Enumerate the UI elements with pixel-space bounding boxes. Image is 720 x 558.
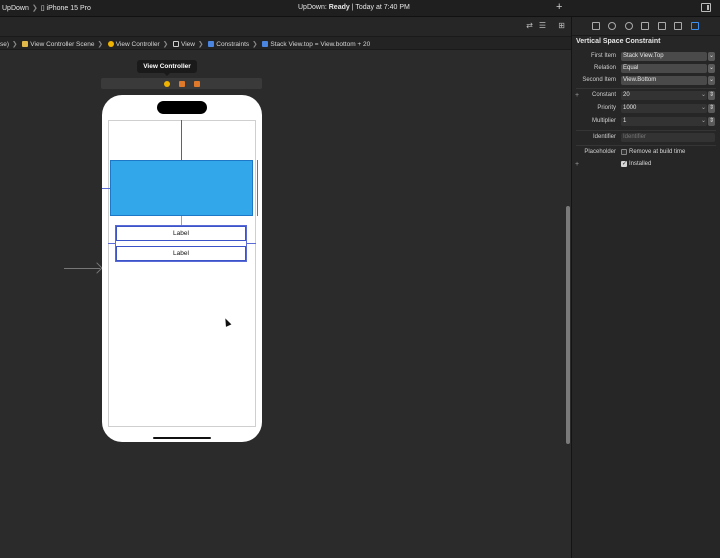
history-inspector-icon[interactable]	[608, 22, 616, 30]
view-controller-icon	[107, 41, 114, 47]
editor-options-bar: ⇄ ☰ ⊞	[0, 17, 571, 36]
separator	[576, 88, 716, 89]
relation-popup-arrow[interactable]: ⌄	[708, 64, 715, 73]
storyboard-canvas[interactable]	[0, 50, 565, 558]
toggle-inspector-icon[interactable]	[701, 3, 711, 12]
editor-options-icon[interactable]: ☰	[538, 22, 547, 30]
iphone-frame[interactable]: Label Label	[102, 95, 262, 442]
installed-checkbox[interactable]	[621, 160, 627, 167]
breadcrumb-item[interactable]: View	[173, 41, 195, 48]
stack-trailing-constraint[interactable]	[246, 243, 256, 244]
device-name: iPhone 15 Pro	[46, 5, 91, 12]
size-inspector-icon[interactable]	[674, 22, 682, 30]
dynamic-island	[157, 101, 207, 114]
window-toolbar: UpDown ❯ ▯ iPhone 15 Pro UpDown: Ready | T…	[0, 0, 720, 17]
priority-row: Priority 1000 ⌄ ⇕	[597, 104, 715, 113]
constant-stepper[interactable]: ⇕	[708, 91, 715, 100]
chevron-down-icon[interactable]: ⌄	[701, 104, 706, 113]
chevron-down-icon[interactable]: ⌄	[701, 117, 706, 126]
view-controller-icon[interactable]	[164, 81, 170, 87]
identifier-field[interactable]: Identifier	[621, 133, 715, 142]
priority-stepper[interactable]: ⇕	[708, 104, 715, 113]
multiplier-row: Multiplier 1 ⌄ ⇕	[591, 117, 715, 126]
multiplier-stepper[interactable]: ⇕	[708, 117, 715, 126]
activity-status: UpDown: Ready | Today at 7:40 PM	[298, 4, 410, 11]
add-editor-icon[interactable]: ⊞	[557, 22, 566, 30]
refresh-icon[interactable]: ⇄	[525, 22, 534, 30]
add-library-button[interactable]: +	[556, 1, 562, 13]
initial-view-controller-arrow[interactable]	[64, 268, 100, 269]
label-2[interactable]: Label	[116, 246, 246, 261]
connections-inspector-icon[interactable]	[691, 22, 699, 30]
identifier-row: Identifier Identifier	[572, 133, 720, 143]
trailing-guide	[257, 160, 258, 216]
second-item-row: Second Item View.Bottom ⌄	[582, 76, 715, 85]
attributes-inspector-icon[interactable]	[658, 22, 666, 30]
separator	[576, 145, 716, 146]
status-time: | Today at 7:40 PM	[351, 4, 410, 11]
scrollbar-thumb[interactable]	[566, 206, 570, 444]
first-item-popup[interactable]: Stack View.Top	[621, 52, 707, 61]
first-item-popup-arrow[interactable]: ⌄	[708, 52, 715, 61]
breadcrumb-item[interactable]: View Controller Scene	[22, 41, 95, 48]
inspector-tabs	[572, 17, 720, 36]
add-variation-icon[interactable]: +	[575, 91, 579, 100]
installed-row: + Installed	[572, 160, 720, 170]
priority-field[interactable]: 1000	[621, 104, 707, 113]
add-variation-icon[interactable]: +	[575, 160, 579, 169]
scene-dock[interactable]	[101, 78, 262, 89]
scene-icon	[22, 41, 29, 47]
constant-field[interactable]: 20	[621, 91, 707, 100]
leading-constraint[interactable]	[102, 188, 110, 189]
first-item-row: First Item Stack View.Top ⌄	[591, 52, 715, 61]
identity-inspector-icon[interactable]	[641, 22, 649, 30]
view-icon	[173, 41, 179, 47]
breadcrumb-item[interactable]: Stack View.top = View.bottom + 20	[262, 41, 370, 48]
stack-leading-constraint[interactable]	[108, 243, 116, 244]
breadcrumb-item[interactable]: se)	[0, 41, 9, 48]
relation-row: Relation Equal ⌄	[593, 64, 715, 73]
file-inspector-icon[interactable]	[592, 22, 600, 30]
breadcrumb-item[interactable]: View Controller	[107, 41, 160, 48]
selected-vertical-constraint[interactable]	[181, 216, 182, 225]
scheme-name: UpDown	[2, 5, 29, 12]
scheme-selector[interactable]: UpDown ❯ ▯ iPhone 15 Pro	[2, 4, 91, 12]
exit-icon[interactable]	[194, 81, 200, 87]
constant-row: + Constant 20 ⌄ ⇕	[575, 91, 715, 100]
breadcrumb-item[interactable]: Constraints	[208, 41, 249, 48]
status-state: Ready	[328, 4, 350, 11]
label-1[interactable]: Label	[116, 226, 246, 241]
scene-title-tooltip: View Controller	[137, 60, 197, 76]
second-item-popup-arrow[interactable]: ⌄	[708, 76, 715, 85]
placeholder-row: Placeholder Remove at build time	[584, 149, 686, 155]
top-constraint[interactable]	[181, 120, 182, 160]
chevron-down-icon[interactable]: ⌄	[701, 91, 706, 100]
inspector-title: Vertical Space Constraint	[576, 38, 661, 45]
first-responder-icon[interactable]	[179, 81, 185, 87]
constraints-icon	[208, 41, 215, 47]
home-indicator	[153, 437, 211, 439]
remove-at-build-checkbox[interactable]	[621, 149, 627, 155]
multiplier-field[interactable]: 1	[621, 117, 707, 126]
attributes-inspector: Vertical Space Constraint First Item Sta…	[572, 17, 720, 558]
constraint-icon	[262, 41, 269, 47]
jump-bar: se) ❯ View Controller Scene ❯ View Control…	[0, 36, 571, 50]
second-item-popup[interactable]: View.Bottom	[621, 76, 707, 85]
relation-popup[interactable]: Equal	[621, 64, 707, 73]
separator	[576, 130, 716, 131]
help-inspector-icon[interactable]	[625, 22, 633, 30]
blue-view[interactable]	[110, 160, 253, 216]
status-app: UpDown:	[298, 4, 327, 11]
